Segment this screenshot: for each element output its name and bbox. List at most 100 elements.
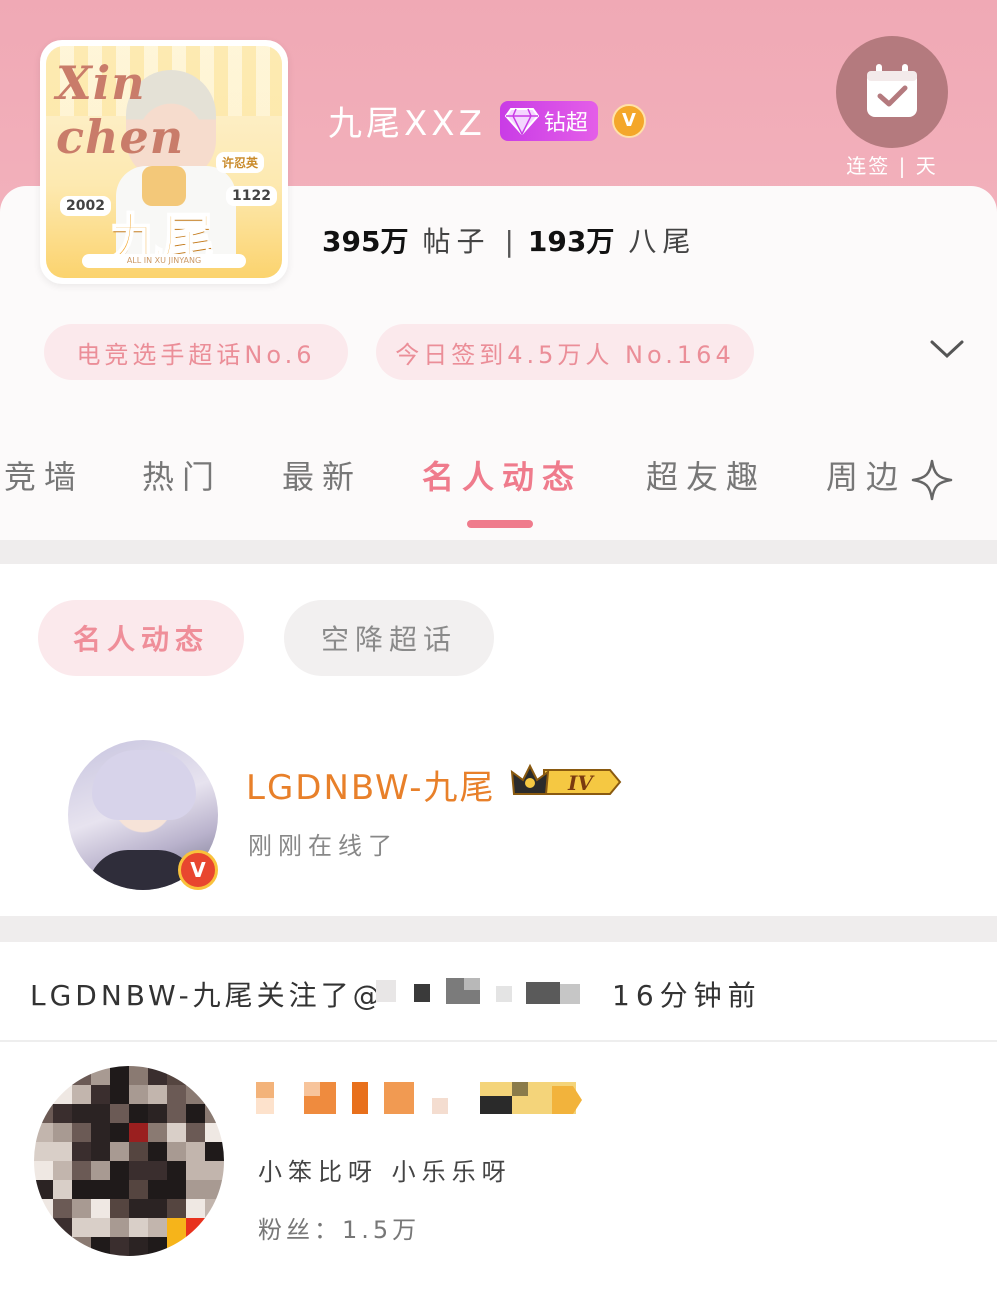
avatar-tag-left: 2002	[60, 196, 111, 216]
mosaic-pixel	[148, 1142, 167, 1161]
mosaic-pixel	[91, 1237, 110, 1256]
mosaic-pixel	[205, 1123, 224, 1142]
mosaic-pixel	[186, 1237, 205, 1256]
tab-celebrity[interactable]: 名人动态	[422, 452, 582, 498]
mosaic-pixel	[53, 1237, 72, 1256]
followed-user-avatar[interactable]	[34, 1066, 224, 1256]
rank-pill[interactable]: 电竞选手超话No.6	[44, 324, 348, 380]
subtab-celebrity[interactable]: 名人动态	[38, 600, 244, 676]
checkin-label: 连签 | 天	[846, 154, 938, 178]
mosaic-pixel	[34, 1123, 53, 1142]
censored-username	[376, 978, 598, 1004]
topic-stats: 395万 帖子 | 193万 八尾	[322, 220, 696, 260]
verified-badge: V	[611, 103, 646, 138]
mosaic-pixel	[110, 1085, 129, 1104]
fans-count: 193万	[527, 225, 615, 258]
mosaic-pixel	[186, 1066, 205, 1085]
sparkle-icon	[911, 459, 953, 501]
mosaic-pixel	[53, 1218, 72, 1237]
mosaic-pixel	[148, 1104, 167, 1123]
mosaic-pixel	[91, 1123, 110, 1142]
chevron-down-icon[interactable]	[928, 334, 966, 364]
mosaic-pixel	[148, 1161, 167, 1180]
mosaic-pixel	[129, 1199, 148, 1218]
avatar-script-text: Xin chen	[56, 56, 185, 164]
checkin-today-pill[interactable]: 今日签到4.5万人 No.164	[376, 324, 754, 380]
mosaic-pixel	[148, 1199, 167, 1218]
mosaic-pixel	[72, 1066, 91, 1085]
mosaic-pixel	[53, 1104, 72, 1123]
mosaic-pixel	[110, 1180, 129, 1199]
mosaic-pixel	[72, 1180, 91, 1199]
section-divider	[0, 540, 997, 564]
mosaic-pixel	[167, 1123, 186, 1142]
mosaic-pixel	[129, 1180, 148, 1199]
mosaic-pixel	[53, 1180, 72, 1199]
mosaic-pixel	[34, 1161, 53, 1180]
mosaic-pixel	[186, 1180, 205, 1199]
mosaic-pixel	[91, 1161, 110, 1180]
mosaic-pixel	[34, 1218, 53, 1237]
mosaic-pixel	[205, 1104, 224, 1123]
avatar-tag-top: 许忍英	[216, 152, 265, 173]
activity-time: 16分钟前	[612, 979, 762, 1012]
diamond-label: 钻超	[543, 110, 588, 136]
mosaic-pixel	[110, 1237, 129, 1256]
topic-avatar[interactable]: Xin chen 2002 1122 许忍英 九尾 ALL IN XU JINY…	[40, 40, 288, 284]
mosaic-pixel	[72, 1237, 91, 1256]
mosaic-pixel	[205, 1142, 224, 1161]
mosaic-pixel	[34, 1199, 53, 1218]
mosaic-pixel	[186, 1199, 205, 1218]
subtab-airdrop[interactable]: 空降超话	[284, 600, 494, 676]
mosaic-pixel	[34, 1085, 53, 1104]
mosaic-pixel	[53, 1123, 72, 1142]
mosaic-pixel	[186, 1218, 205, 1237]
mosaic-pixel	[91, 1199, 110, 1218]
mosaic-pixel	[91, 1104, 110, 1123]
mosaic-pixel	[205, 1161, 224, 1180]
mosaic-pixel	[110, 1066, 129, 1085]
mosaic-pixel	[129, 1237, 148, 1256]
mosaic-pixel	[205, 1180, 224, 1199]
mosaic-pixel	[167, 1218, 186, 1237]
mosaic-pixel	[167, 1199, 186, 1218]
mosaic-pixel	[129, 1142, 148, 1161]
fans-label: 八尾	[628, 225, 697, 258]
mosaic-pixel	[34, 1237, 53, 1256]
section-divider-2	[0, 916, 997, 942]
mosaic-pixel	[53, 1142, 72, 1161]
avatar-tag-right: 1122	[226, 186, 277, 206]
mosaic-pixel	[53, 1161, 72, 1180]
celebrity-name[interactable]: LGDNBW-九尾	[246, 760, 496, 809]
followed-user-name-censored[interactable]	[256, 1082, 586, 1118]
active-tab-indicator	[467, 520, 533, 528]
mosaic-pixel	[129, 1218, 148, 1237]
stats-separator: |	[504, 225, 514, 258]
list-separator	[0, 1040, 997, 1042]
mosaic-pixel	[53, 1066, 72, 1085]
mosaic-pixel	[91, 1180, 110, 1199]
tab-merch[interactable]: 周边	[826, 452, 906, 498]
mosaic-pixel	[167, 1104, 186, 1123]
tab-wall[interactable]: 竞墙	[4, 452, 84, 498]
tab-hot[interactable]: 热门	[142, 452, 222, 498]
verified-red-badge: V	[178, 850, 218, 890]
mosaic-pixel	[72, 1161, 91, 1180]
mosaic-pixel	[34, 1180, 53, 1199]
diamond-super-badge[interactable]: 钻超	[499, 100, 598, 141]
mosaic-pixel	[205, 1218, 224, 1237]
tab-latest[interactable]: 最新	[282, 452, 362, 498]
mosaic-pixel	[167, 1161, 186, 1180]
page-title: 九尾XXZ	[328, 104, 486, 144]
tab-friends[interactable]: 超友趣	[646, 452, 766, 498]
mosaic-pixel	[129, 1161, 148, 1180]
mosaic-pixel	[148, 1066, 167, 1085]
mosaic-pixel	[186, 1142, 205, 1161]
checkin-button[interactable]	[836, 36, 948, 148]
mosaic-pixel	[186, 1085, 205, 1104]
tab-bar: 竞墙 热门 最新 名人动态 超友趣 周边	[0, 452, 997, 512]
mosaic-pixel	[91, 1085, 110, 1104]
mosaic-pixel	[148, 1123, 167, 1142]
mosaic-pixel	[72, 1123, 91, 1142]
mosaic-pixel	[72, 1218, 91, 1237]
